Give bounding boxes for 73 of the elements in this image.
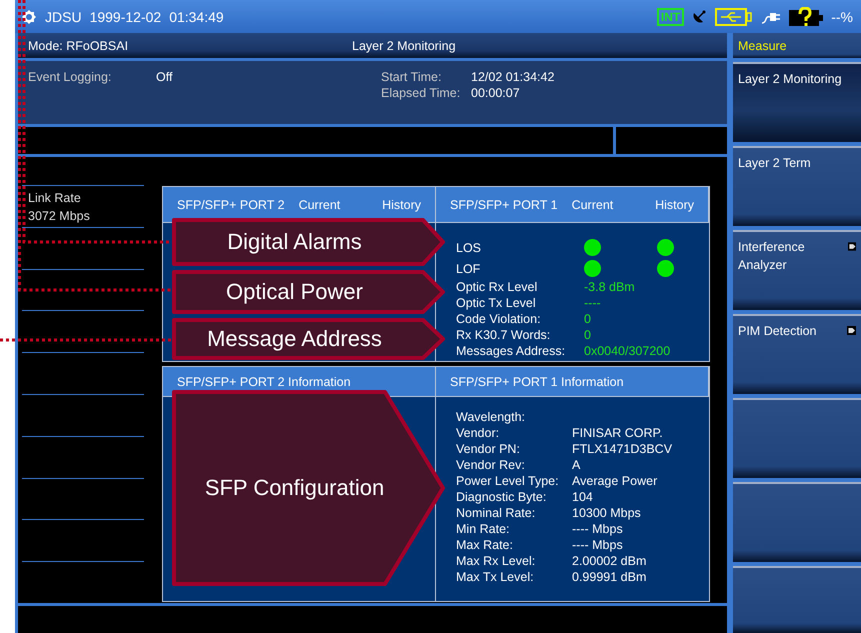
submenu-icon xyxy=(848,242,856,251)
softkey[interactable]: PIM Detection xyxy=(733,314,861,394)
brand-name: JDSU xyxy=(45,8,82,24)
submenu-icon xyxy=(847,326,856,335)
panel-header: SFP/SFP+ PORT 2 xyxy=(177,198,285,212)
field-value: 104 xyxy=(572,489,594,505)
softkey[interactable]: Interference Analyzer xyxy=(733,230,861,310)
list-label: Link Rate xyxy=(28,190,82,207)
field-value: 10300 Mbps xyxy=(572,505,642,521)
field-label: Event Logging: xyxy=(28,69,112,85)
measure-value: 0 xyxy=(584,311,592,327)
measure-label: Rx K30.7 Words: xyxy=(456,327,552,343)
gear-icon[interactable] xyxy=(21,8,37,24)
field-label: Nominal Rate: xyxy=(456,505,536,521)
field-value: 0.99991 dBm xyxy=(572,569,648,585)
softkey[interactable] xyxy=(733,566,861,633)
softkey[interactable] xyxy=(733,398,861,478)
field-value: 2.00002 dBm xyxy=(572,553,648,569)
measure-label: Optic Tx Level xyxy=(456,295,537,311)
field-label: Vendor Rev: xyxy=(456,457,526,473)
field-label: Diagnostic Byte: xyxy=(456,489,548,505)
field-value: ---- Mbps xyxy=(572,521,624,537)
alarm-label: LOF xyxy=(456,260,482,276)
field-value: 12/02 01:34:42 xyxy=(471,69,556,85)
softkey[interactable]: Layer 2 Term xyxy=(733,146,861,226)
field-value: A xyxy=(572,457,582,473)
measure-value: 0 xyxy=(584,327,592,343)
measure-value: -3.8 dBm xyxy=(584,279,636,295)
column-header: History xyxy=(655,198,694,212)
screen-title: Layer 2 Monitoring xyxy=(352,38,456,52)
battery-icon xyxy=(789,6,824,26)
callout: Message Address xyxy=(172,318,445,360)
field-value: FTLX1471D3BCV xyxy=(572,441,674,457)
field-label: Power Level Type: xyxy=(456,473,560,489)
field-label: Vendor: xyxy=(456,425,500,441)
panel-header: SFP/SFP+ PORT 1 xyxy=(450,198,558,212)
mode-label: Mode: RFoOBSAI xyxy=(28,38,128,52)
status-date: 1999-12-02 xyxy=(90,8,162,24)
field-label: Max Tx Level: xyxy=(456,569,535,585)
field-value: Average Power xyxy=(572,473,658,489)
usb-icon xyxy=(715,8,754,26)
int-badge: INT xyxy=(656,8,684,26)
measure-value: 0x0040/307200 xyxy=(584,343,672,359)
field-label: Min Rate: xyxy=(456,521,510,537)
field-label: Vendor PN: xyxy=(456,441,521,457)
field-value: FINISAR CORP. xyxy=(572,425,664,441)
field-label: Max Rx Level: xyxy=(456,553,536,569)
field-value: Off xyxy=(156,69,174,85)
status-time: 01:34:49 xyxy=(169,8,224,24)
battery-percent: --% xyxy=(831,8,853,24)
field-value: ---- Mbps xyxy=(572,537,624,553)
satellite-dish-icon xyxy=(692,9,708,24)
list-value: 3072 Mbps xyxy=(28,208,91,225)
field-label: Start Time: xyxy=(381,69,442,85)
measure-label: Messages Address: xyxy=(456,343,566,359)
field-label: Elapsed Time: xyxy=(381,85,462,101)
column-header: Current xyxy=(298,198,340,212)
panel-header: SFP/SFP+ PORT 2 Information xyxy=(177,374,351,388)
alarm-label: LOS xyxy=(456,240,482,256)
callout: Optical Power xyxy=(172,270,445,314)
callout: Digital Alarms xyxy=(172,218,445,266)
measure-value: ---- xyxy=(584,295,602,311)
softkey[interactable]: Measure xyxy=(733,33,861,58)
field-label: Wavelength: xyxy=(456,409,526,425)
panel-header: SFP/SFP+ PORT 1 Information xyxy=(450,374,624,388)
column-header: Current xyxy=(572,198,614,212)
field-label: Max Rate: xyxy=(456,537,514,553)
softkey[interactable] xyxy=(733,482,861,562)
field-value: 00:00:07 xyxy=(471,85,521,101)
softkey[interactable]: Layer 2 Monitoring xyxy=(733,62,861,142)
measure-label: Optic Rx Level xyxy=(456,279,538,295)
column-header: History xyxy=(382,198,421,212)
measure-label: Code Violation: xyxy=(456,311,542,327)
